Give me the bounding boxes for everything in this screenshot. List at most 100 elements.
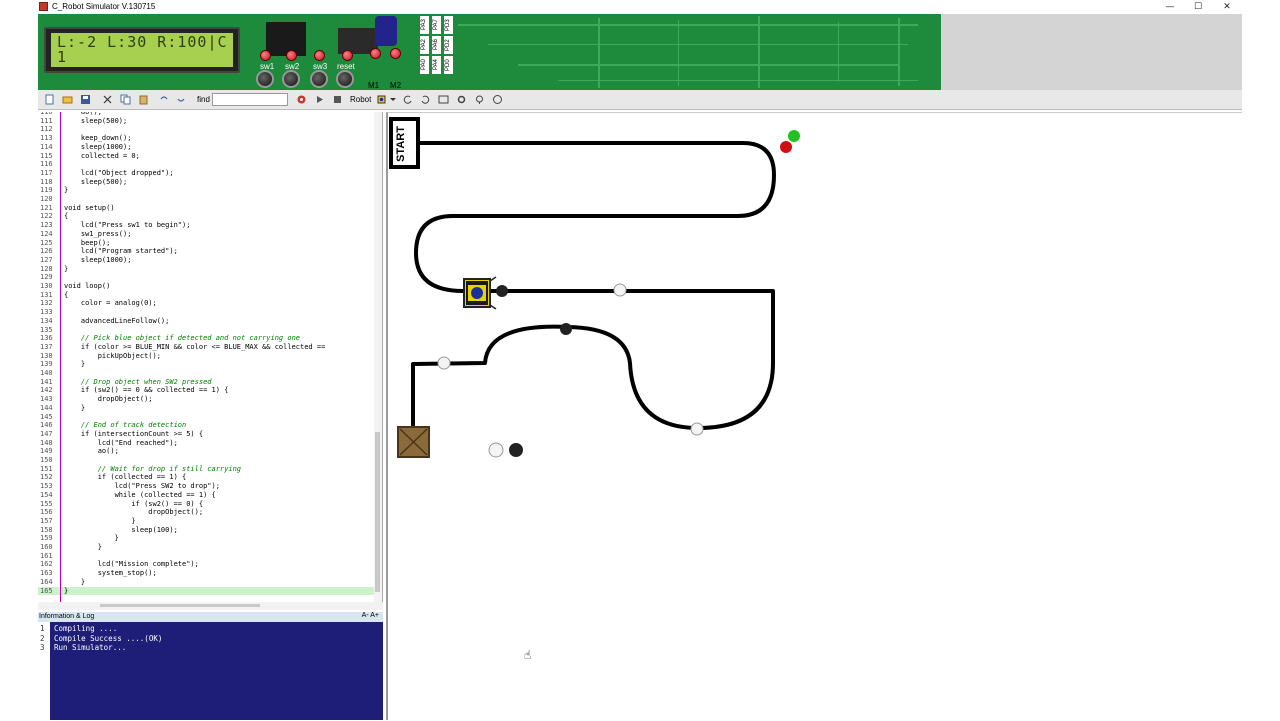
code-line[interactable]: 155 if (sw2() == 0) { bbox=[38, 500, 382, 509]
code-line[interactable]: 151 // Wait for drop if still carrying bbox=[38, 465, 382, 474]
code-line[interactable]: 136 // Pick blue object if detected and … bbox=[38, 334, 382, 343]
close-button[interactable]: ✕ bbox=[1212, 0, 1242, 14]
code-line[interactable]: 123 lcd("Press sw1 to begin"); bbox=[38, 221, 382, 230]
code-line[interactable]: 143 dropObject(); bbox=[38, 395, 382, 404]
white-ball[interactable] bbox=[437, 356, 451, 370]
code-line[interactable]: 130 void loop() bbox=[38, 282, 382, 291]
sw3-button[interactable] bbox=[310, 70, 328, 88]
code-line[interactable]: 141 // Drop object when SW2 pressed bbox=[38, 378, 382, 387]
code-line[interactable]: 161 bbox=[38, 552, 382, 561]
log-panel-title: Information & Log bbox=[39, 613, 95, 620]
code-line[interactable]: 127 sleep(1000); bbox=[38, 256, 382, 265]
code-line[interactable]: 144 } bbox=[38, 404, 382, 413]
cut-icon[interactable] bbox=[102, 94, 113, 105]
open-folder-icon[interactable] bbox=[62, 94, 73, 105]
redo-icon[interactable] bbox=[176, 94, 187, 105]
code-line[interactable]: 138 pickUpObject(); bbox=[38, 352, 382, 361]
code-line[interactable]: 112 bbox=[38, 125, 382, 134]
code-line[interactable]: 119} bbox=[38, 186, 382, 195]
minimize-button[interactable]: — bbox=[1155, 0, 1185, 14]
code-line[interactable]: 142 if (sw2() == 0 && collected == 1) { bbox=[38, 386, 382, 395]
code-line[interactable]: 135 bbox=[38, 326, 382, 335]
help-icon[interactable] bbox=[492, 94, 503, 105]
log-font-size-controls[interactable]: A- A+ bbox=[362, 612, 379, 619]
run-play-icon[interactable] bbox=[314, 94, 325, 105]
new-file-icon[interactable] bbox=[44, 94, 55, 105]
scrollbar-thumb[interactable] bbox=[375, 432, 380, 592]
code-line[interactable]: 113 keep_down(); bbox=[38, 134, 382, 143]
code-line[interactable]: 115 collected = 0; bbox=[38, 152, 382, 161]
robot-select-icon[interactable] bbox=[376, 94, 387, 105]
robot[interactable] bbox=[463, 276, 508, 310]
code-line[interactable]: 126 lcd("Program started"); bbox=[38, 247, 382, 256]
code-line[interactable]: 145 bbox=[38, 413, 382, 422]
code-line[interactable]: 134 advancedLineFollow(); bbox=[38, 317, 382, 326]
code-line[interactable]: 156 dropObject(); bbox=[38, 508, 382, 517]
code-line[interactable]: 139 } bbox=[38, 360, 382, 369]
find-input[interactable] bbox=[212, 93, 288, 106]
code-line[interactable]: 114 sleep(1000); bbox=[38, 143, 382, 152]
code-line[interactable]: 149 ao(); bbox=[38, 447, 382, 456]
code-line[interactable]: 147 if (intersectionCount >= 5) { bbox=[38, 430, 382, 439]
code-line[interactable]: 148 lcd("End reached"); bbox=[38, 439, 382, 448]
paste-icon[interactable] bbox=[138, 94, 149, 105]
undo-icon[interactable] bbox=[158, 94, 169, 105]
settings-icon[interactable] bbox=[456, 94, 467, 105]
code-line[interactable]: 133 bbox=[38, 308, 382, 317]
code-text: sw1_press(); bbox=[64, 229, 132, 238]
code-line[interactable]: 165} bbox=[38, 586, 382, 596]
code-line[interactable]: 159 } bbox=[38, 534, 382, 543]
code-line[interactable]: 116 bbox=[38, 160, 382, 169]
stop-icon[interactable] bbox=[332, 94, 343, 105]
save-icon[interactable] bbox=[80, 94, 91, 105]
reset-button[interactable] bbox=[336, 70, 354, 88]
code-line[interactable]: 150 bbox=[38, 456, 382, 465]
code-line[interactable]: 163 system_stop(); bbox=[38, 569, 382, 578]
code-line[interactable]: 152 if (collected == 1) { bbox=[38, 473, 382, 482]
code-line[interactable]: 154 while (collected == 1) { bbox=[38, 491, 382, 500]
copy-icon[interactable] bbox=[120, 94, 131, 105]
chevron-down-icon[interactable] bbox=[390, 94, 396, 105]
code-line[interactable]: 121 void setup() bbox=[38, 204, 382, 213]
white-ball[interactable] bbox=[613, 283, 627, 297]
code-line[interactable]: 122 { bbox=[38, 212, 382, 221]
line-number: 157 bbox=[40, 516, 53, 525]
sw1-button[interactable] bbox=[256, 70, 274, 88]
code-line[interactable]: 146 // End of track detection bbox=[38, 421, 382, 430]
code-line[interactable]: 117 lcd("Object dropped"); bbox=[38, 169, 382, 178]
rotate-left-icon[interactable] bbox=[402, 94, 413, 105]
black-ball[interactable] bbox=[560, 323, 572, 335]
rotate-right-icon[interactable] bbox=[420, 94, 431, 105]
led-4 bbox=[342, 50, 353, 61]
code-line[interactable]: 111 sleep(500); bbox=[38, 117, 382, 126]
code-line[interactable]: 140 bbox=[38, 369, 382, 378]
code-line[interactable]: 129 bbox=[38, 273, 382, 282]
code-line[interactable]: 164 } bbox=[38, 578, 382, 587]
code-line[interactable]: 125 beep(); bbox=[38, 239, 382, 248]
black-ball[interactable] bbox=[509, 443, 523, 457]
code-line[interactable]: 137 if (color >= BLUE_MIN && color <= BL… bbox=[38, 343, 382, 352]
editor-vertical-scrollbar[interactable] bbox=[374, 112, 382, 602]
code-line[interactable]: 162 lcd("Mission complete"); bbox=[38, 560, 382, 569]
track-icon[interactable] bbox=[438, 94, 449, 105]
light-icon[interactable] bbox=[474, 94, 485, 105]
code-line[interactable]: 118 sleep(500); bbox=[38, 178, 382, 187]
code-editor[interactable]: 110 ao(); 111 sleep(500); 112 113 keep_down… bbox=[38, 112, 383, 602]
simulator-field[interactable]: START bbox=[386, 112, 1242, 720]
editor-horizontal-scrollbar[interactable] bbox=[38, 602, 383, 610]
code-line[interactable]: 124 sw1_press(); bbox=[38, 229, 382, 239]
code-line[interactable]: 158 sleep(100); bbox=[38, 526, 382, 535]
code-line[interactable]: 132 color = analog(0); bbox=[38, 299, 382, 308]
compile-gear-icon[interactable] bbox=[296, 94, 307, 105]
code-line[interactable]: 131 { bbox=[38, 291, 382, 300]
code-line[interactable]: 157 } bbox=[38, 516, 382, 526]
white-ball[interactable] bbox=[488, 442, 504, 458]
code-line[interactable]: 120 bbox=[38, 195, 382, 204]
code-line[interactable]: 153 lcd("Press SW2 to drop"); bbox=[38, 482, 382, 491]
maximize-button[interactable]: ☐ bbox=[1183, 0, 1213, 14]
white-ball[interactable] bbox=[690, 422, 704, 436]
scrollbar-thumb[interactable] bbox=[100, 604, 260, 607]
code-line[interactable]: 160 } bbox=[38, 543, 382, 552]
code-line[interactable]: 128} bbox=[38, 265, 382, 274]
sw2-button[interactable] bbox=[282, 70, 300, 88]
